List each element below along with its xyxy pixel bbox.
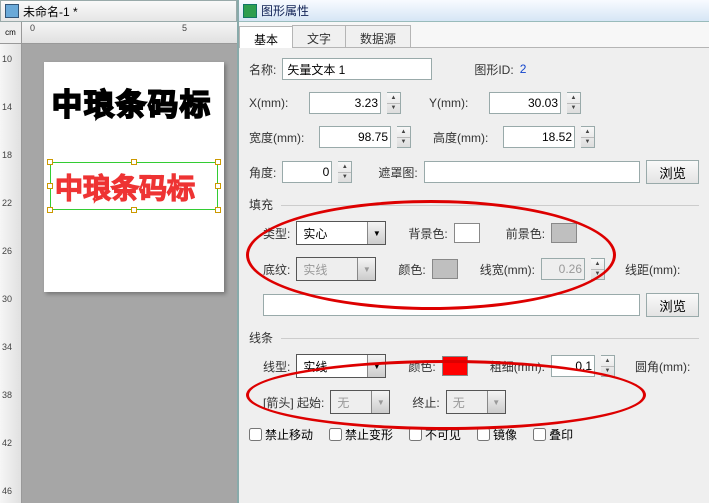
resize-handle[interactable] <box>215 159 221 165</box>
chevron-down-icon: ▼ <box>357 258 375 280</box>
resize-handle[interactable] <box>215 183 221 189</box>
height-label: 高度(mm): <box>433 129 497 146</box>
x-spinner[interactable]: ▲▼ <box>387 92 401 114</box>
lock-scale-checkbox[interactable]: 禁止变形 <box>329 426 393 443</box>
overprint-checkbox[interactable]: 叠印 <box>533 426 573 443</box>
height-spinner[interactable]: ▲▼ <box>581 126 595 148</box>
canvas[interactable]: cm 0 5 10 14 18 22 26 30 34 38 42 46 中琅条… <box>0 22 237 503</box>
angle-label: 角度: <box>249 164 276 181</box>
tab-basic[interactable]: 基本 <box>239 26 293 48</box>
bgcolor-label: 背景色: <box>408 225 447 242</box>
x-label: X(mm): <box>249 96 303 110</box>
fgcolor-swatch[interactable] <box>551 223 577 243</box>
pattern-color-label: 颜色: <box>398 261 425 278</box>
pattern-combo: 实线▼ <box>296 257 376 281</box>
arrow-end-combo: 无▼ <box>446 390 506 414</box>
corner-label: 圆角(mm): <box>635 358 690 375</box>
browse-mask-button[interactable]: 浏览 <box>646 160 699 184</box>
property-tabs: 基本 文字 数据源 <box>239 22 709 48</box>
resize-handle[interactable] <box>47 183 53 189</box>
chevron-down-icon: ▼ <box>367 222 385 244</box>
height-input[interactable] <box>503 126 575 148</box>
basic-form: 名称: 图形ID: 2 X(mm): ▲▼ Y(mm): ▲▼ 宽度(mm): … <box>239 48 709 465</box>
fill-group-label: 填充 <box>249 196 699 213</box>
pattern-path-input[interactable] <box>263 294 640 316</box>
thickness-label: 粗细(mm): <box>490 358 545 375</box>
mask-input[interactable] <box>424 161 641 183</box>
tab-text[interactable]: 文字 <box>292 25 346 47</box>
vertical-ruler: 10 14 18 22 26 30 34 38 42 46 <box>0 44 22 503</box>
fgcolor-label: 前景色: <box>506 225 545 242</box>
doc-title: 未命名-1 * <box>23 3 78 20</box>
mirror-checkbox[interactable]: 镜像 <box>477 426 517 443</box>
y-input[interactable] <box>489 92 561 114</box>
y-label: Y(mm): <box>429 96 483 110</box>
chevron-down-icon: ▼ <box>371 391 389 413</box>
ruler-unit: cm <box>0 22 22 44</box>
horizontal-ruler: 0 5 <box>22 22 237 44</box>
resize-handle[interactable] <box>215 207 221 213</box>
linetype-combo[interactable]: 实线▼ <box>296 354 386 378</box>
angle-input[interactable] <box>282 161 332 183</box>
arrow-start-label: [箭头] 起始: <box>263 394 324 411</box>
page[interactable]: 中琅条码标 中琅条码标 <box>44 62 224 292</box>
thickness-input[interactable] <box>551 355 595 377</box>
pattern-linew-label: 线宽(mm): <box>480 261 535 278</box>
pattern-color-swatch <box>432 259 458 279</box>
line-group-label: 线条 <box>249 329 699 346</box>
doc-icon <box>5 4 19 18</box>
arrow-start-combo: 无▼ <box>330 390 390 414</box>
width-input[interactable] <box>319 126 391 148</box>
tab-datasource[interactable]: 数据源 <box>345 25 411 47</box>
width-label: 宽度(mm): <box>249 129 313 146</box>
pattern-label: 底纹: <box>263 261 290 278</box>
bgcolor-swatch[interactable] <box>454 223 480 243</box>
thickness-spinner[interactable]: ▲▼ <box>601 355 615 377</box>
fill-type-label: 类型: <box>263 225 290 242</box>
line-color-label: 颜色: <box>408 358 435 375</box>
name-input[interactable] <box>282 58 432 80</box>
x-input[interactable] <box>309 92 381 114</box>
id-label: 图形ID: <box>474 61 513 78</box>
resize-handle[interactable] <box>131 207 137 213</box>
properties-icon <box>243 4 257 18</box>
chevron-down-icon: ▼ <box>367 355 385 377</box>
arrow-end-label: 终止: <box>412 394 439 411</box>
text-object-1[interactable]: 中琅条码标 <box>52 80 212 124</box>
document-tab[interactable]: 未命名-1 * <box>0 0 237 22</box>
resize-handle[interactable] <box>47 207 53 213</box>
angle-spinner[interactable]: ▲▼ <box>338 161 352 183</box>
text-object-2[interactable]: 中琅条码标 <box>55 167 195 207</box>
resize-handle[interactable] <box>47 159 53 165</box>
name-label: 名称: <box>249 61 276 78</box>
y-spinner[interactable]: ▲▼ <box>567 92 581 114</box>
id-value: 2 <box>520 62 527 76</box>
line-color-swatch[interactable] <box>442 356 468 376</box>
browse-pattern-button[interactable]: 浏览 <box>646 293 699 317</box>
selection-box[interactable]: 中琅条码标 <box>50 162 218 210</box>
pattern-linew-input <box>541 258 585 280</box>
chevron-down-icon: ▼ <box>487 391 505 413</box>
width-spinner[interactable]: ▲▼ <box>397 126 411 148</box>
fill-type-combo[interactable]: 实心▼ <box>296 221 386 245</box>
panel-title: 图形属性 <box>239 0 709 22</box>
invisible-checkbox[interactable]: 不可见 <box>409 426 461 443</box>
mask-label: 遮罩图: <box>378 164 417 181</box>
linetype-label: 线型: <box>263 358 290 375</box>
lock-move-checkbox[interactable]: 禁止移动 <box>249 426 313 443</box>
resize-handle[interactable] <box>131 159 137 165</box>
pattern-lined-label: 线距(mm): <box>625 261 680 278</box>
pattern-linew-spinner: ▲▼ <box>591 258 605 280</box>
